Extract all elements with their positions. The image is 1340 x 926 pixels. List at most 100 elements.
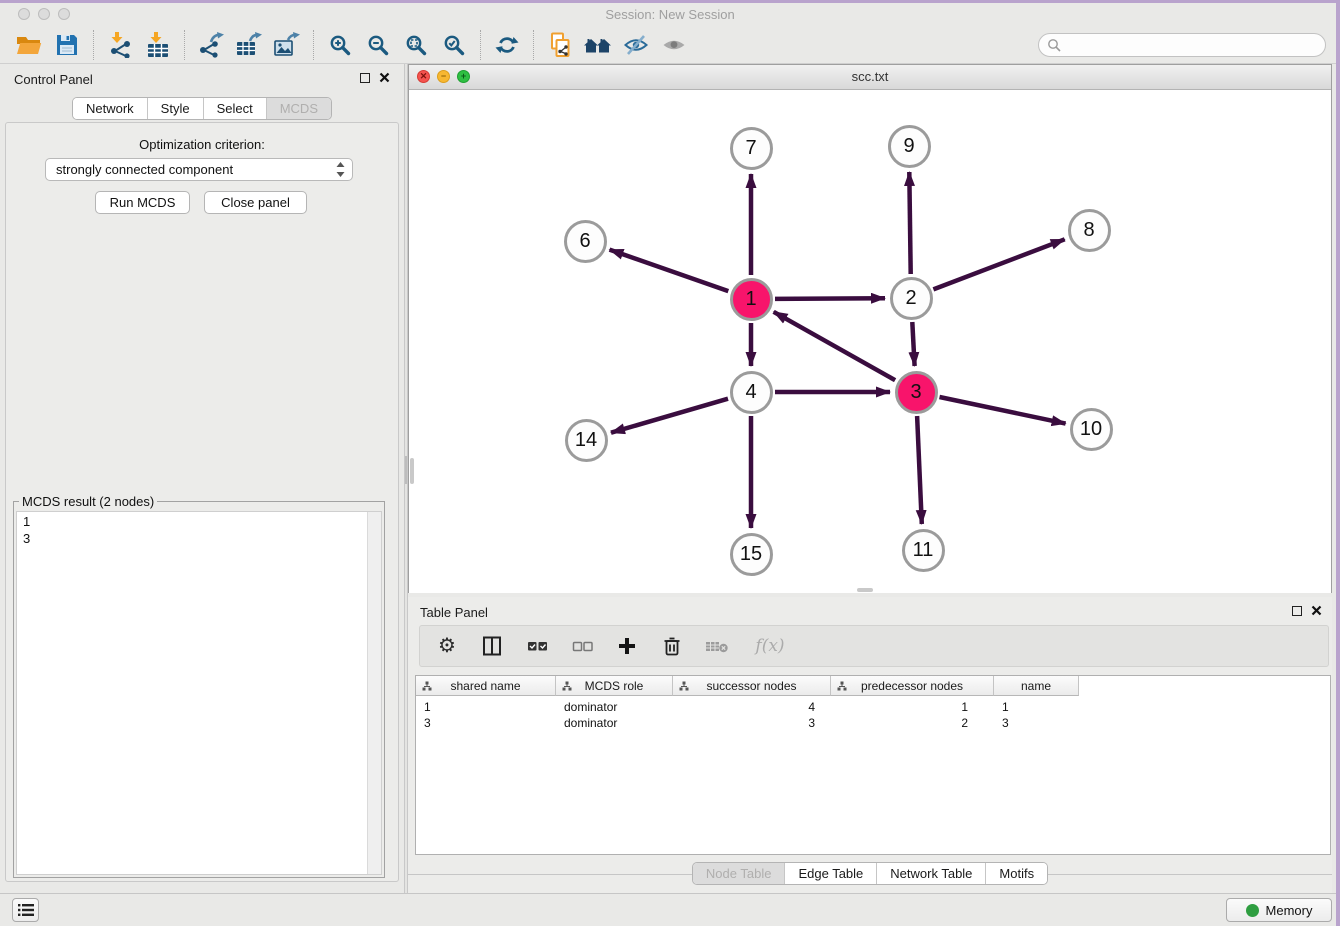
export-image-button[interactable] xyxy=(268,29,306,61)
close-panel-icon[interactable] xyxy=(379,72,390,83)
tab-node-table[interactable]: Node Table xyxy=(693,863,785,884)
canvas-vscroll-grip[interactable] xyxy=(410,458,414,484)
select-all-button[interactable] xyxy=(525,634,549,658)
clone-network-button[interactable] xyxy=(541,29,579,61)
result-item[interactable]: 3 xyxy=(17,530,381,547)
memory-status-icon xyxy=(1246,904,1259,917)
tab-style[interactable]: Style xyxy=(147,98,203,119)
control-panel: Control Panel NetworkStyleSelectMCDS Opt… xyxy=(0,64,404,893)
deselect-all-button[interactable] xyxy=(570,634,594,658)
run-mcds-button[interactable]: Run MCDS xyxy=(95,191,190,214)
column-header-label: successor nodes xyxy=(706,679,796,693)
graph-node-10[interactable]: 10 xyxy=(1070,408,1113,451)
canvas-hscroll-grip[interactable] xyxy=(857,588,873,592)
refresh-button[interactable] xyxy=(488,29,526,61)
graph-edge-3-11[interactable] xyxy=(917,416,922,524)
close-panel-button[interactable]: Close panel xyxy=(204,191,307,214)
network-window-titlebar[interactable]: ✕ − + scc.txt xyxy=(409,65,1331,90)
close-table-panel-icon[interactable] xyxy=(1311,605,1322,616)
graph-edge-1-2[interactable] xyxy=(775,298,885,299)
graph-edge-1-6[interactable] xyxy=(610,250,729,292)
column-header-name[interactable]: name xyxy=(994,676,1079,696)
graph-node-2[interactable]: 2 xyxy=(890,277,933,320)
home-button[interactable] xyxy=(579,29,617,61)
graph-edge-4-14[interactable] xyxy=(611,399,728,433)
graph-edge-2-8[interactable] xyxy=(933,239,1064,289)
graph-node-11[interactable]: 11 xyxy=(902,529,945,572)
tab-mcds[interactable]: MCDS xyxy=(266,98,331,119)
eye-icon xyxy=(661,32,687,58)
tab-motifs[interactable]: Motifs xyxy=(985,863,1047,884)
float-table-panel-icon[interactable] xyxy=(1292,606,1302,616)
tab-network[interactable]: Network xyxy=(73,98,147,119)
table-settings-button[interactable]: ⚙ xyxy=(435,634,459,658)
graph-node-8[interactable]: 8 xyxy=(1068,209,1111,252)
table-toolbar: ⚙ xyxy=(419,625,1329,667)
table-tabs: Node TableEdge TableNetwork TableMotifs xyxy=(692,862,1048,885)
graph-node-6[interactable]: 6 xyxy=(564,220,607,263)
delete-table-icon xyxy=(705,637,729,655)
graph-edge-2-9[interactable] xyxy=(909,172,910,274)
graph-node-4[interactable]: 4 xyxy=(730,371,773,414)
node-table: shared name MCDS role successor nodes pr… xyxy=(415,675,1331,855)
tab-select[interactable]: Select xyxy=(203,98,266,119)
hide-selected-button[interactable] xyxy=(617,29,655,61)
graph-edge-3-1[interactable] xyxy=(774,312,896,380)
column-header-successor-nodes[interactable]: successor nodes xyxy=(673,676,831,696)
graph-node-3[interactable]: 3 xyxy=(895,371,938,414)
open-session-button[interactable] xyxy=(10,29,48,61)
graph-node-1[interactable]: 1 xyxy=(730,278,773,321)
zoom-in-button[interactable] xyxy=(321,29,359,61)
eye-slash-icon xyxy=(623,32,649,58)
optimization-criterion-select[interactable]: strongly connected component xyxy=(45,158,353,181)
zoom-fit-button[interactable] xyxy=(397,29,435,61)
graph-node-7[interactable]: 7 xyxy=(730,127,773,170)
export-network-button[interactable] xyxy=(192,29,230,61)
window-title: Session: New Session xyxy=(0,7,1340,22)
column-header-MCDS-role[interactable]: MCDS role xyxy=(556,676,673,696)
tab-edge-table[interactable]: Edge Table xyxy=(784,863,876,884)
import-network-button[interactable] xyxy=(101,29,139,61)
export-table-button[interactable] xyxy=(230,29,268,61)
tab-network-table[interactable]: Network Table xyxy=(876,863,985,884)
dropdown-stepper-icon xyxy=(335,161,346,178)
delete-table-button[interactable] xyxy=(705,634,729,658)
add-column-button[interactable] xyxy=(615,634,639,658)
columns-icon xyxy=(482,636,502,656)
graph-edge-2-3[interactable] xyxy=(912,322,914,366)
show-all-button[interactable] xyxy=(655,29,693,61)
float-panel-icon[interactable] xyxy=(360,73,370,83)
table-row[interactable]: 1dominator411 xyxy=(416,699,1079,715)
splitter-grip[interactable] xyxy=(405,456,407,484)
import-table-button[interactable] xyxy=(139,29,177,61)
graph-node-9[interactable]: 9 xyxy=(888,125,931,168)
result-scrollbar[interactable] xyxy=(367,512,381,874)
column-header-predecessor-nodes[interactable]: predecessor nodes xyxy=(831,676,994,696)
delete-column-button[interactable] xyxy=(660,634,684,658)
copy-network-icon xyxy=(547,32,573,58)
save-session-button[interactable] xyxy=(48,29,86,61)
function-builder-button[interactable]: f(x) xyxy=(750,634,790,658)
zoom-selected-button[interactable] xyxy=(435,29,473,61)
column-sort-icon xyxy=(422,681,432,691)
import-table-icon xyxy=(145,32,171,58)
graph-edge-3-10[interactable] xyxy=(940,397,1066,424)
table-cell: 2 xyxy=(831,715,994,731)
column-header-shared-name[interactable]: shared name xyxy=(416,676,556,696)
network-canvas[interactable]: 7 9 6 8 1 2 4 3 14 10 15 11 xyxy=(409,90,1331,593)
search-input[interactable] xyxy=(1067,36,1317,53)
task-history-button[interactable] xyxy=(12,898,39,922)
memory-button[interactable]: Memory xyxy=(1226,898,1332,922)
home-houses-icon xyxy=(583,33,613,57)
result-item[interactable]: 1 xyxy=(17,513,381,530)
unchecked-boxes-icon xyxy=(572,637,593,655)
table-row[interactable]: 3dominator323 xyxy=(416,715,1079,731)
graph-node-15[interactable]: 15 xyxy=(730,533,773,576)
status-bar: Memory xyxy=(0,893,1340,926)
show-columns-button[interactable] xyxy=(480,634,504,658)
zoom-out-button[interactable] xyxy=(359,29,397,61)
column-header-label: name xyxy=(1021,679,1051,693)
memory-label: Memory xyxy=(1266,903,1313,918)
graph-node-14[interactable]: 14 xyxy=(565,419,608,462)
edge-layer xyxy=(409,90,1331,593)
